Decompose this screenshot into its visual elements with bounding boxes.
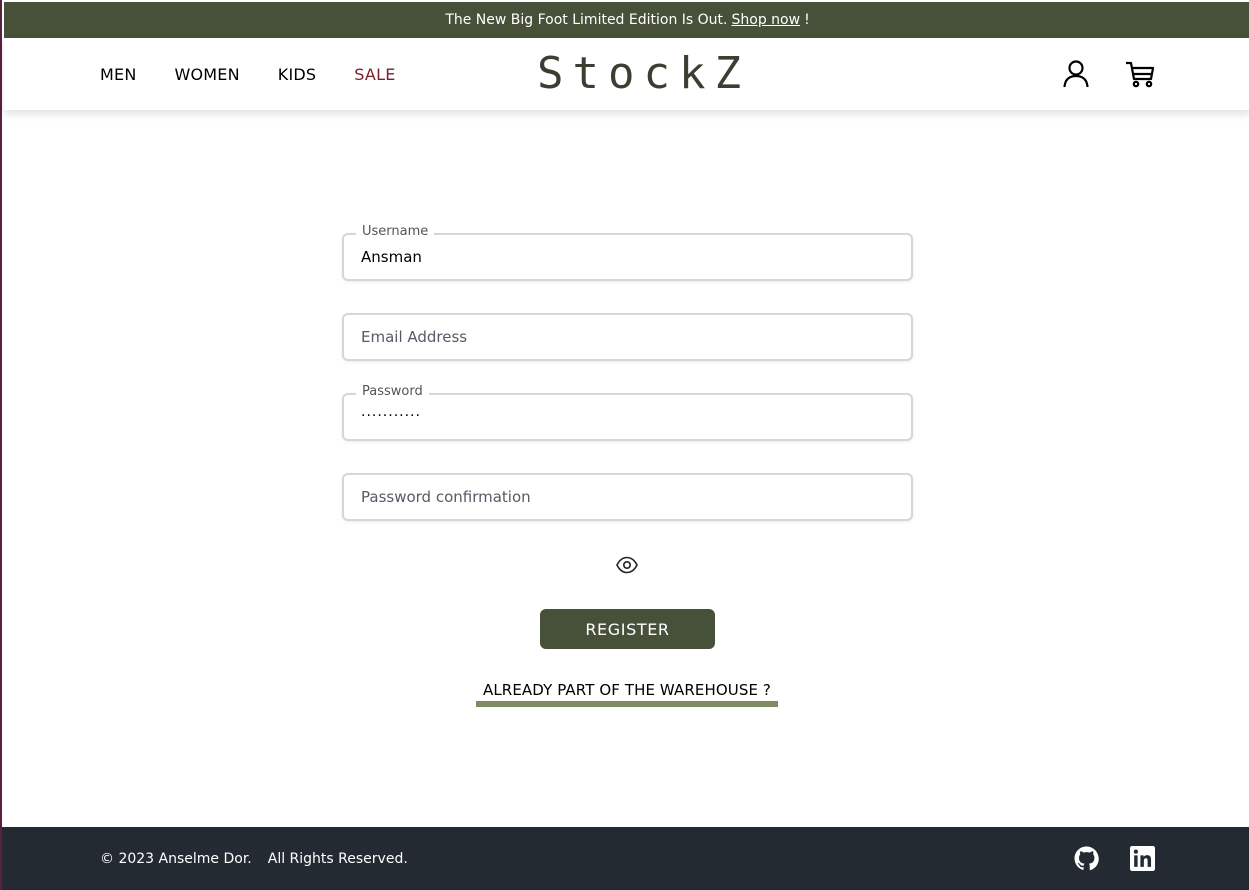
header-icons — [1061, 58, 1155, 90]
page: The New Big Foot Limited Edition Is Out.… — [0, 0, 1249, 890]
announcement-bar: The New Big Foot Limited Edition Is Out.… — [4, 2, 1249, 38]
user-icon[interactable] — [1061, 58, 1091, 90]
site-header: MEN WOMEN KIDS SALE StockZ — [4, 38, 1249, 110]
copyright-text: © 2023 Anselme Dor. — [100, 850, 252, 867]
rights-text: All Rights Reserved. — [267, 850, 408, 867]
eye-icon[interactable] — [616, 556, 638, 574]
password-field-wrapper: Password — [342, 384, 913, 441]
username-input[interactable] — [344, 235, 911, 279]
password-confirmation-input[interactable] — [344, 475, 911, 519]
shop-now-link[interactable]: Shop now — [732, 12, 801, 28]
nav-women[interactable]: WOMEN — [174, 65, 239, 84]
brand-logo[interactable]: StockZ — [537, 48, 750, 100]
login-link-underline — [476, 701, 778, 707]
email-input[interactable] — [344, 315, 911, 359]
username-field-wrapper: Username — [342, 224, 913, 281]
register-button[interactable]: REGISTER — [540, 609, 715, 649]
announcement-text: The New Big Foot Limited Edition Is Out. — [445, 12, 728, 28]
social-links — [1073, 845, 1155, 871]
email-field-wrapper — [342, 313, 913, 361]
nav-men[interactable]: MEN — [100, 65, 136, 84]
main-nav: MEN WOMEN KIDS SALE — [100, 38, 434, 110]
password-confirmation-wrapper — [342, 473, 913, 521]
site-footer: © 2023 Anselme Dor. All Rights Reserved. — [2, 827, 1249, 890]
login-link-label: ALREADY PART OF THE WAREHOUSE ? — [482, 681, 771, 699]
nav-kids[interactable]: KIDS — [278, 65, 317, 84]
nav-sale[interactable]: SALE — [354, 65, 395, 84]
github-icon[interactable] — [1073, 845, 1099, 871]
password-input[interactable] — [344, 395, 911, 439]
footer-copyright: © 2023 Anselme Dor. All Rights Reserved. — [100, 827, 408, 890]
register-form: Username Password — [342, 224, 913, 553]
cart-icon[interactable] — [1125, 58, 1155, 90]
announcement-suffix: ! — [804, 12, 810, 28]
linkedin-icon[interactable] — [1129, 845, 1155, 871]
login-link[interactable]: ALREADY PART OF THE WAREHOUSE ? — [476, 681, 778, 707]
